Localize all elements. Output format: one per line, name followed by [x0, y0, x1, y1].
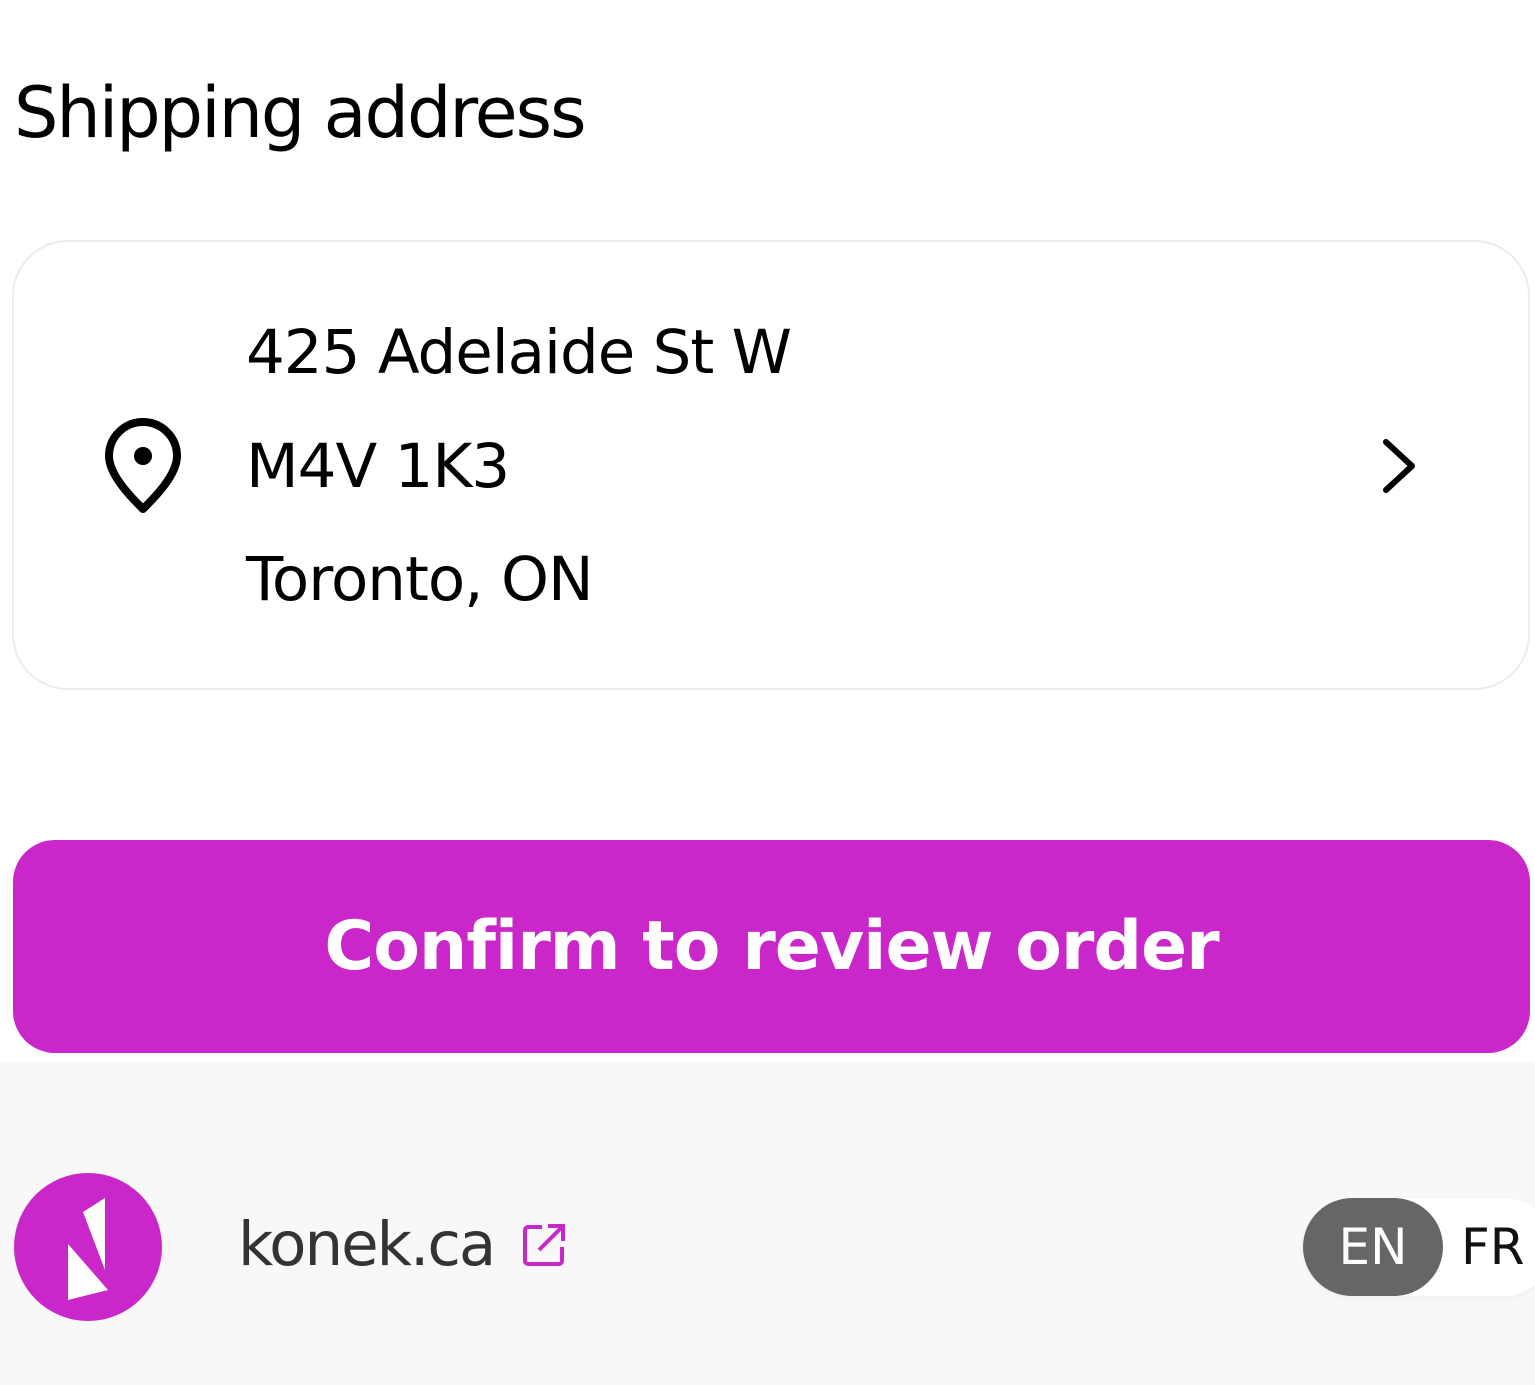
language-option-en[interactable]: EN	[1303, 1198, 1443, 1296]
footer	[0, 1062, 1535, 1385]
page: Shipping address 425 Adelaide St W M4V 1…	[0, 0, 1535, 1385]
shipping-address-card[interactable]	[12, 240, 1530, 690]
language-toggle[interactable]: EN FR	[1303, 1198, 1535, 1296]
site-link-label: konek.ca	[238, 1209, 496, 1280]
konek-site-link[interactable]: konek.ca	[238, 1214, 566, 1275]
external-link-icon	[523, 1223, 566, 1266]
page-title: Shipping address	[14, 72, 587, 154]
address-city: Toronto, ON	[246, 544, 594, 615]
address-street: 425 Adelaide St W	[246, 317, 792, 388]
confirm-review-order-button[interactable]: Confirm to review order	[13, 840, 1530, 1053]
language-option-fr[interactable]: FR	[1461, 1198, 1525, 1296]
chevron-right-icon[interactable]	[1378, 436, 1420, 496]
konek-logo[interactable]	[13, 1172, 163, 1322]
address-postal-code: M4V 1K3	[246, 431, 510, 502]
map-pin-icon	[105, 418, 181, 513]
